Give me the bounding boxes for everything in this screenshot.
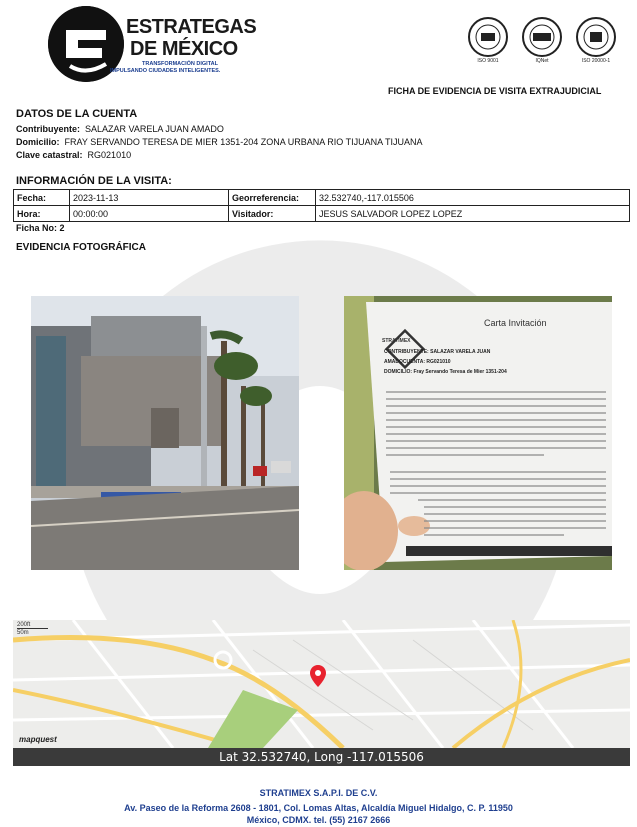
cert-seal-iso9001: ISO 9001 (468, 17, 508, 65)
map-attribution[interactable]: mapquest (19, 735, 57, 744)
ficha-number: Ficha No: 2 (16, 223, 65, 233)
evidence-section-title: EVIDENCIA FOTOGRÁFICA (16, 242, 147, 253)
clave-row: Clave catastral: RG021010 (16, 150, 131, 160)
hora-label: Hora: (13, 205, 70, 222)
footer-address-line1: Av. Paseo de la Reforma 2608 - 1801, Col… (124, 803, 513, 813)
map-scale-bottom: 50m (17, 630, 29, 636)
fecha-value: 2023-11-13 (69, 189, 229, 206)
map-pin-icon (310, 665, 326, 687)
certification-seal-icon (522, 17, 562, 57)
table-row: Hora: 00:00:00 Visitador: JESUS SALVADOR… (13, 205, 630, 222)
brand-name-line1: ESTRATEGAS (126, 16, 257, 38)
certification-seal-icon (576, 17, 616, 57)
hora-value: 00:00:00 (69, 205, 229, 222)
brand-tagline-1: TRANSFORMACIÓN DIGITAL (142, 61, 218, 67)
location-map[interactable]: 200ft 50m mapquest (13, 620, 630, 748)
contribuyente-row: Contribuyente: SALAZAR VARELA JUAN AMADO (16, 124, 224, 134)
contribuyente-label: Contribuyente: (16, 124, 80, 134)
brand-name-line2: DE MÉXICO (130, 38, 238, 60)
clave-label: Clave catastral: (16, 150, 83, 160)
evidence-photo-building (31, 296, 299, 570)
table-row: Fecha: 2023-11-13 Georreferencia: 32.532… (13, 189, 630, 206)
domicilio-label: Domicilio: (16, 137, 60, 147)
geo-label: Georreferencia: (228, 189, 316, 206)
contribuyente-value: SALAZAR VARELA JUAN AMADO (85, 124, 224, 134)
company-logo: ESTRATEGAS DE MÉXICO TRANSFORMACIÓN DIGI… (48, 6, 257, 82)
visitador-value: JESUS SALVADOR LOPEZ LOPEZ (315, 205, 630, 222)
visitador-label: Visitador: (228, 205, 316, 222)
fecha-label: Fecha: (13, 189, 70, 206)
geo-value: 32.532740,-117.015506 (315, 189, 630, 206)
document-title: FICHA DE EVIDENCIA DE VISITA EXTRAJUDICI… (388, 86, 602, 96)
visit-info-table: Fecha: 2023-11-13 Georreferencia: 32.532… (13, 189, 630, 222)
evidence-photo-letter: STRATIMEX Carta Invitación CONTRIBUYENTE… (344, 296, 612, 570)
cert-seal-iso20000: ISO 20000-1 (576, 17, 616, 65)
letter-body-text-lines (386, 391, 606, 536)
domicilio-value: FRAY SERVANDO TERESA DE MIER 1351-204 ZO… (64, 137, 423, 147)
map-scale-top: 200ft (17, 622, 49, 629)
domicilio-row: Domicilio: FRAY SERVANDO TERESA DE MIER 1… (16, 137, 422, 147)
clave-value: RG021010 (87, 150, 132, 160)
footer-address-line2: México, CDMX. tel. (55) 2167 2666 (246, 815, 391, 825)
certification-seal-icon (468, 17, 508, 57)
map-coordinates-bar: Lat 32.532740, Long -117.015506 (13, 748, 630, 766)
brand-tagline-2: IMPULSANDO CIUDADES INTELIGENTES. (110, 68, 221, 74)
cert-seal-iqnet: IQNet (522, 17, 562, 65)
account-section-title: DATOS DE LA CUENTA (16, 108, 138, 120)
visit-section-title: INFORMACIÓN DE LA VISITA: (16, 175, 172, 187)
footer-company: STRATIMEX S.A.P.I. DE C.V. (259, 788, 378, 798)
